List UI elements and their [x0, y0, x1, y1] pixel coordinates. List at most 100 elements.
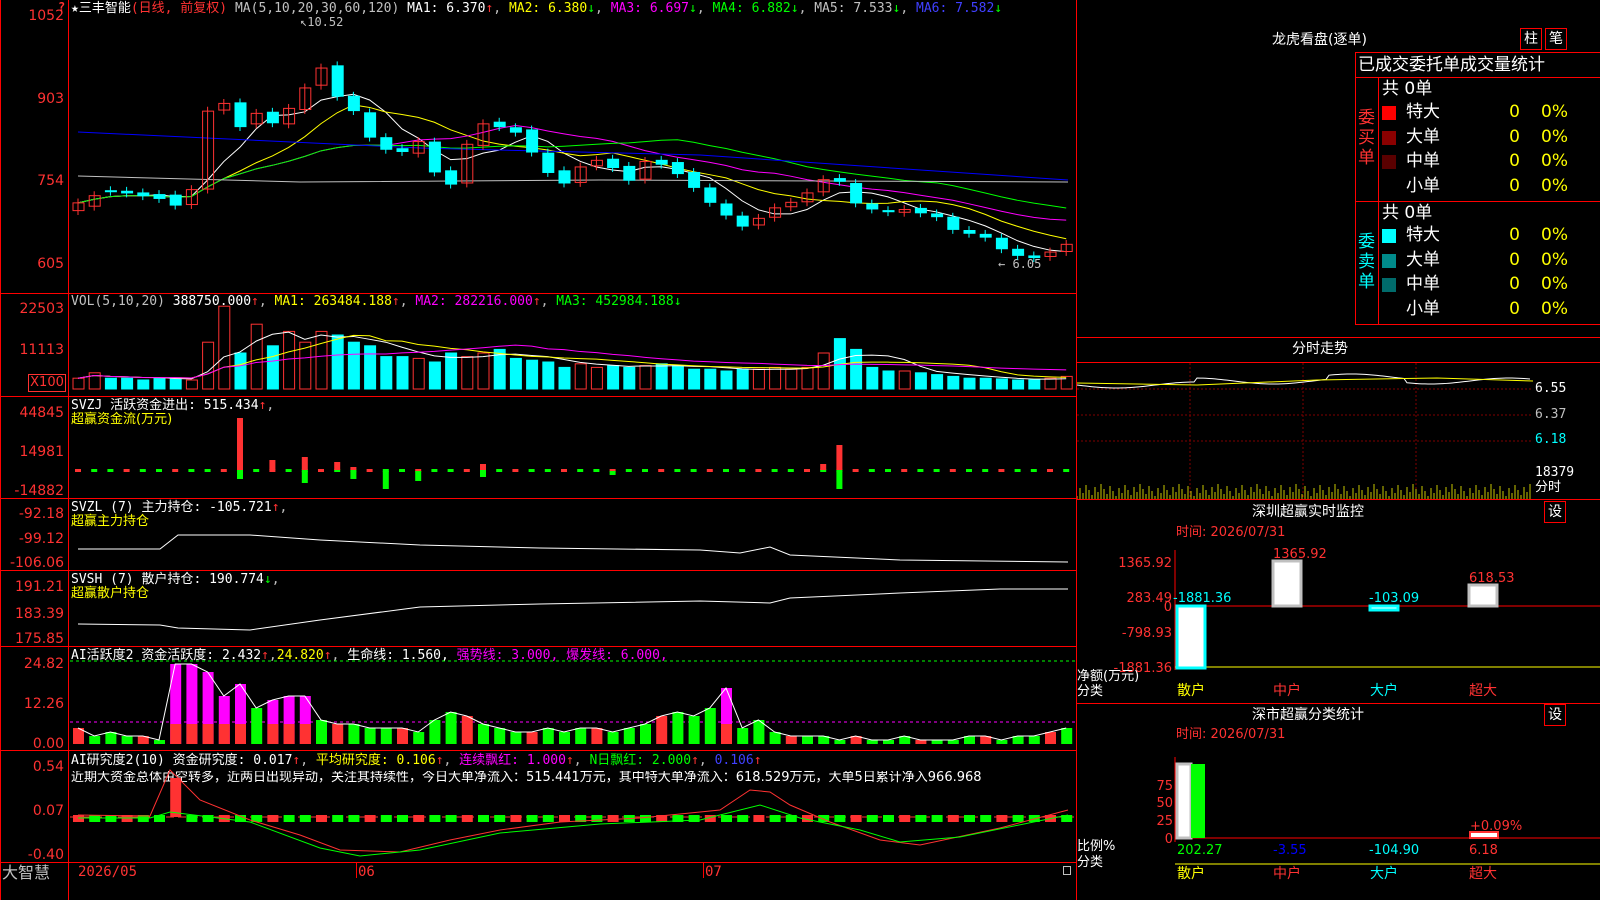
- flow-bar: [901, 469, 908, 472]
- volume-bar: [623, 366, 636, 390]
- candle: [428, 141, 441, 173]
- vol-ma1: [77, 331, 1067, 380]
- intraday-title: 分时走势: [1292, 341, 1348, 357]
- flow-bar: [949, 469, 956, 472]
- volume-bar: [785, 368, 798, 390]
- activity-bar: [656, 716, 668, 744]
- candle: [963, 230, 976, 234]
- activity-bar: [348, 724, 360, 744]
- flow-bar: [382, 471, 389, 489]
- volume-bar: [428, 361, 441, 390]
- divider: [1355, 324, 1600, 325]
- activity-bar: [640, 724, 651, 744]
- monitor-axis-label: 0: [1164, 600, 1172, 615]
- order-pct: 0%: [1541, 151, 1568, 171]
- order-count: 0: [1509, 298, 1520, 319]
- research-bar: [640, 815, 651, 822]
- ratio-label: 比例%: [1077, 839, 1115, 854]
- candle: [121, 190, 134, 194]
- classify-chart[interactable]: 75 50 25 0 +0.09% 202.27 -3.55 -104.90 6.18 比例%分类…: [1077, 742, 1600, 900]
- volume-bar: [688, 368, 701, 390]
- divider: [1355, 201, 1600, 202]
- kline-chart[interactable]: [0, 0, 1077, 900]
- tick-view-button[interactable]: 笔: [1545, 28, 1567, 50]
- flow-bar: [75, 469, 81, 472]
- candle: [688, 171, 701, 188]
- ma-line: [77, 139, 1067, 209]
- volume-bar: [218, 305, 231, 390]
- classify-axis-label: 0: [1165, 832, 1173, 847]
- activity-bar: [235, 724, 246, 744]
- flow-bar: [480, 464, 486, 470]
- activity-bar: [672, 712, 684, 744]
- candle: [542, 152, 555, 173]
- candle: [623, 165, 636, 181]
- activity-bar: [688, 716, 700, 744]
- candle: [882, 210, 895, 213]
- candle: [833, 178, 846, 182]
- classify-settings-button[interactable]: 设: [1544, 704, 1566, 726]
- monitor-value: -103.09: [1369, 591, 1419, 606]
- flow-bar: [577, 469, 584, 472]
- activity-bar: [996, 740, 1008, 744]
- volume-bar: [963, 377, 976, 390]
- classify-value: 6.18: [1469, 843, 1498, 858]
- flow-bar: [285, 469, 292, 472]
- ma-line: [77, 104, 1067, 240]
- volume-bar: [752, 368, 765, 390]
- monitor-chart[interactable]: 1365.92283.490-798.93-1881.36-1881.36136…: [1077, 540, 1600, 705]
- research-bar: [542, 815, 554, 822]
- order-count: 0: [1509, 249, 1520, 270]
- classify-value: -3.55: [1273, 843, 1307, 858]
- volume-bar: [283, 330, 296, 390]
- candle: [266, 111, 279, 124]
- intraday-axis: 6.37: [1535, 407, 1567, 422]
- activity-bar: [316, 720, 327, 744]
- flow-bar: [1047, 469, 1053, 472]
- research-bar: [461, 815, 473, 822]
- research-bar: [866, 815, 878, 822]
- research-bar: [559, 815, 570, 822]
- order-count: 0: [1509, 225, 1520, 245]
- flow-bar: [496, 469, 503, 472]
- flow-bar: [836, 471, 843, 489]
- activity-bar: [721, 724, 732, 744]
- candle: [931, 213, 944, 218]
- order-count: 0: [1509, 126, 1520, 147]
- activity-bar: [542, 728, 554, 744]
- order-pct: 0%: [1541, 175, 1568, 196]
- ma-line: [77, 93, 1067, 253]
- volume-bar: [817, 352, 830, 390]
- intraday-chart[interactable]: [1077, 363, 1533, 499]
- volume-bar: [801, 366, 814, 390]
- flow-bar: [237, 471, 243, 479]
- flow-bar: [188, 469, 195, 472]
- net-label: 净额(万元): [1077, 669, 1139, 684]
- volume-bar: [1028, 379, 1041, 390]
- order-pct: 0%: [1541, 102, 1568, 122]
- order-size-label: 小单: [1406, 298, 1440, 319]
- bar-view-button[interactable]: 柱: [1520, 28, 1542, 50]
- activity-bar: [607, 732, 619, 744]
- activity-bar: [218, 724, 230, 744]
- activity-bar: [413, 732, 425, 744]
- monitor-settings-button[interactable]: 设: [1544, 501, 1566, 523]
- flow-bar: [836, 445, 843, 470]
- flow-bar: [237, 418, 243, 470]
- flow-bar: [350, 471, 357, 479]
- research-bar: [947, 815, 959, 822]
- order-size-label: 中单: [1406, 151, 1440, 171]
- volume-bar: [704, 368, 717, 390]
- research-bar: [850, 815, 862, 822]
- activity-bar: [1028, 736, 1040, 744]
- candle: [720, 203, 733, 216]
- flow-bar: [917, 469, 924, 472]
- monitor-bar: [1175, 604, 1207, 670]
- monitor-bar: [1467, 583, 1499, 608]
- research-bar: [688, 815, 700, 822]
- activity-bar: [785, 736, 797, 744]
- candle: [445, 170, 458, 185]
- research-bar: [494, 815, 506, 822]
- volume-bar: [331, 334, 344, 390]
- monitor-value: -1881.36: [1173, 591, 1231, 606]
